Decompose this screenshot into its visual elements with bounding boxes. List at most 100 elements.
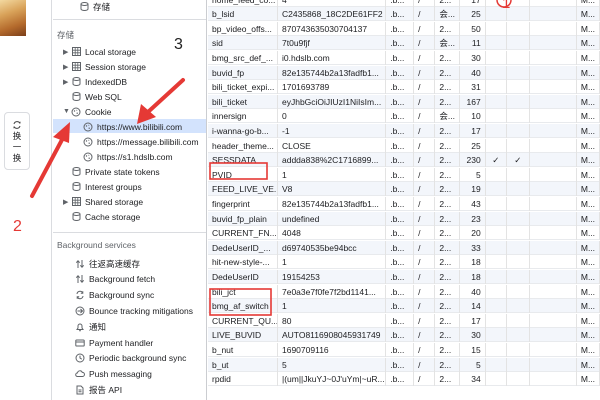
table-row[interactable]: b_lsid C2435868_18C2DE61FF2 .b... / 会... 25 M.… bbox=[208, 7, 600, 22]
sidebar-item-label: Periodic background sync bbox=[89, 353, 187, 364]
table-row[interactable]: CURRENT_FN... 4048 .b.../2... 20 M... bbox=[208, 226, 600, 241]
cookie-priority-cell: M... bbox=[577, 50, 600, 65]
cookie-domain-cell: .b... bbox=[386, 0, 415, 7]
cookie-samesite-cell bbox=[530, 328, 577, 343]
table-row[interactable]: bp_video_offs... 870743635030704137 .b... /… bbox=[208, 21, 600, 36]
swap-button[interactable]: 换 一 换 bbox=[4, 112, 30, 170]
cookie-expires-cell: 2... bbox=[435, 123, 461, 138]
cookie-path-cell: / bbox=[414, 255, 436, 270]
cookie-samesite-cell bbox=[530, 65, 577, 80]
cookie-priority-cell: M... bbox=[577, 299, 600, 314]
table-row[interactable]: innersign 0 .b... / 会... 10 M... bbox=[208, 109, 600, 124]
cookie-samesite-cell bbox=[530, 21, 577, 36]
cookie-value-cell: 5 bbox=[278, 357, 387, 372]
cookie-domain-cell: .b... bbox=[386, 299, 415, 314]
sidebar-item-storage-top[interactable]: 存储 bbox=[79, 0, 110, 14]
table-row[interactable]: hit-new-style-... 1 .b.../2... 18 M... bbox=[208, 255, 600, 270]
table-row[interactable]: bili_ticket_expi... 1701693789 .b.../2... 3… bbox=[208, 80, 600, 95]
background-service-item[interactable]: Payment handler bbox=[67, 335, 153, 350]
cookie-value-cell: 1690709116 bbox=[278, 342, 387, 357]
cookie-expires-cell: 2... bbox=[435, 328, 461, 343]
table-row[interactable]: b_ut 5 .b.../2... 5 M... bbox=[208, 357, 600, 372]
sidebar-item-session-storage[interactable]: ▶ Session storage bbox=[63, 59, 146, 74]
expand-arrow-right-icon[interactable]: ▶ bbox=[63, 198, 71, 206]
cookie-secure-cell bbox=[507, 182, 530, 197]
sidebar-item-web-sql[interactable]: Web SQL bbox=[63, 89, 122, 104]
sidebar-item-cache-storage[interactable]: Cache storage bbox=[63, 209, 140, 224]
cookie-path-cell: / bbox=[414, 328, 436, 343]
cookie-value-cell: 1701693789 bbox=[278, 80, 387, 95]
table-row[interactable]: bmg_src_def_... i0.hdslb.com .b.../2... 30 M… bbox=[208, 50, 600, 65]
cookie-domain-cell: .b... bbox=[386, 50, 415, 65]
cookie-samesite-cell bbox=[530, 80, 577, 95]
sidebar-item-label: 报告 API bbox=[89, 384, 123, 395]
cookie-size-cell: 5 bbox=[460, 167, 486, 182]
expand-arrow-right-icon[interactable]: ▶ bbox=[63, 63, 71, 71]
background-service-item[interactable]: Background sync bbox=[67, 288, 154, 303]
table-row[interactable]: i-wanna-go-b... -1 .b.../2... 17 M... bbox=[208, 123, 600, 138]
cookie-secure-cell bbox=[507, 50, 530, 65]
cookie-secure-cell bbox=[507, 21, 530, 36]
table-row[interactable]: PVID 1 .b.../2... 5 M... bbox=[208, 167, 600, 182]
table-row[interactable]: sid 7t0u9fjf .b... / 会... 11 M... bbox=[208, 36, 600, 51]
expand-arrow-down-icon[interactable]: ▼ bbox=[63, 108, 71, 115]
swap-label-3: 换 bbox=[12, 152, 22, 163]
table-row[interactable]: CURRENT_QU... 80 .b.../2... 17 M... bbox=[208, 313, 600, 328]
cookie-value-cell: CLOSE bbox=[278, 138, 387, 153]
sidebar-item-indexeddb[interactable]: ▶ IndexedDB bbox=[63, 74, 127, 89]
sidebar-item-shared-storage[interactable]: ▶ Shared storage bbox=[63, 194, 143, 209]
cookie-path-cell: / bbox=[414, 21, 436, 36]
table-row[interactable]: LIVE_BUVID AUTO8116908045931749 .b.../2...… bbox=[208, 328, 600, 343]
background-service-item[interactable]: Push messaging bbox=[67, 367, 152, 382]
cookie-priority-cell: M... bbox=[577, 284, 600, 299]
page-thumbnail-image[interactable] bbox=[0, 0, 26, 36]
table-row[interactable]: fingerprint 82e135744b2a13fadfb1... .b... /… bbox=[208, 196, 600, 211]
table-row[interactable]: buvid_fp_plain undefined .b.../2... 23 M... bbox=[208, 211, 600, 226]
background-service-item[interactable]: 通知 bbox=[67, 319, 106, 334]
cookie-secure-cell bbox=[507, 240, 530, 255]
cookie-path-cell: / bbox=[414, 299, 436, 314]
table-row[interactable]: home_feed_co...4.b.../2...17 M... bbox=[208, 0, 600, 7]
expand-arrow-right-icon[interactable]: ▶ bbox=[63, 78, 71, 86]
cookie-httponly-cell bbox=[486, 211, 507, 226]
table-row[interactable]: rpdid |(um||JkuYJ~0J'uYm|~uR... .b.../2...… bbox=[208, 372, 600, 387]
cookie-expires-cell: 2... bbox=[435, 342, 461, 357]
table-row[interactable]: buvid_fp 82e135744b2a13fadfb1... .b.../2..… bbox=[208, 65, 600, 80]
sidebar-item-interest-groups[interactable]: Interest groups bbox=[63, 179, 142, 194]
table-row[interactable]: FEED_LIVE_VE... V8 .b.../2... 19 M... bbox=[208, 182, 600, 197]
table-row[interactable]: DedeUserID 19154253 .b.../2... 18 M... bbox=[208, 269, 600, 284]
cookie-samesite-cell bbox=[530, 342, 577, 357]
table-row[interactable]: DedeUserID_... d69740535be94bcc .b.../2...… bbox=[208, 240, 600, 255]
sidebar-item-label: https://s1.hdslb.com bbox=[97, 151, 173, 162]
sidebar-item-private-state-tokens[interactable]: Private state tokens bbox=[63, 164, 160, 179]
sidebar-item-cookie[interactable]: ▼ Cookie bbox=[63, 104, 111, 119]
table-row[interactable]: SESSDATA addda838%2C1716899... .b.../2... 2… bbox=[208, 153, 600, 168]
table-row[interactable]: bili_ticket eyJhbGciOiJIUzI1NiIsIm... .b..… bbox=[208, 94, 600, 109]
background-service-item[interactable]: Periodic background sync bbox=[67, 351, 186, 366]
expand-arrow-right-icon[interactable]: ▶ bbox=[63, 48, 71, 56]
cookie-domain-cell: .b... bbox=[386, 153, 415, 168]
cookie-samesite-cell bbox=[530, 269, 577, 284]
cookie-path-cell: / bbox=[414, 313, 436, 328]
cookie-httponly-cell bbox=[486, 240, 507, 255]
background-service-item[interactable]: 报告 API bbox=[67, 382, 122, 397]
cookie-priority-cell: M... bbox=[577, 372, 600, 387]
grid-icon bbox=[71, 62, 81, 72]
table-row[interactable]: bmg_af_switch 1 .b.../2... 14 M... bbox=[208, 299, 600, 314]
cookie-site-item[interactable]: https://message.bilibili.com bbox=[75, 134, 199, 149]
sidebar-item-label: IndexedDB bbox=[85, 76, 128, 87]
background-service-item[interactable]: Background fetch bbox=[67, 272, 155, 287]
background-service-item[interactable]: Bounce tracking mitigations bbox=[67, 303, 193, 318]
cookie-site-item[interactable]: https://s1.hdslb.com bbox=[75, 149, 173, 164]
table-row[interactable]: header_theme... CLOSE .b.../2... 25 M... bbox=[208, 138, 600, 153]
cookie-samesite-cell bbox=[530, 50, 577, 65]
cookie-samesite-cell bbox=[530, 7, 577, 22]
cookie-site-item[interactable]: https://www.bilibili.com bbox=[75, 119, 182, 134]
table-row[interactable]: bili_jct 7e0a3e7f0fe7f2bd1141... .b.../2..… bbox=[208, 284, 600, 299]
cookie-httponly-cell bbox=[486, 0, 507, 7]
table-row[interactable]: b_nut 1690709116 .b.../2... 15 M... bbox=[208, 342, 600, 357]
background-service-item[interactable]: 往返高速缓存 bbox=[67, 256, 140, 271]
sidebar-item-label: Private state tokens bbox=[85, 166, 160, 177]
cookie-domain-cell: .b... bbox=[386, 94, 415, 109]
sidebar-item-local-storage[interactable]: ▶ Local storage bbox=[63, 44, 136, 59]
